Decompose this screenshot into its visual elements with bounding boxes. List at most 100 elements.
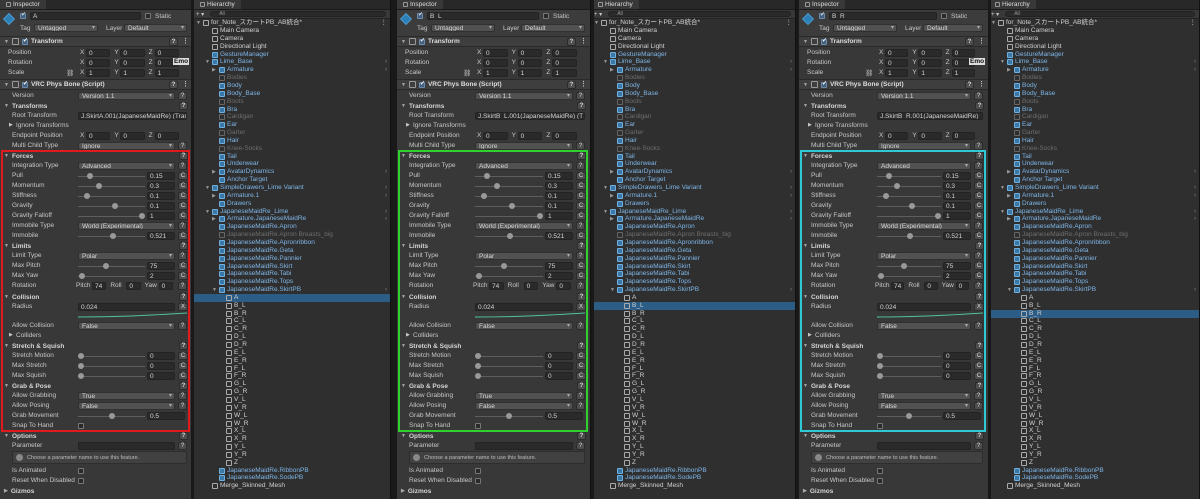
slider-knob[interactable] xyxy=(84,193,91,199)
hierarchy-item[interactable]: Cardigan xyxy=(592,113,795,121)
prefab-open-arrow-icon[interactable]: › xyxy=(790,184,792,192)
slider-knob[interactable] xyxy=(139,213,145,219)
hierarchy-item[interactable]: JapaneseMaidRe.Tabi xyxy=(989,270,1199,278)
hierarchy-item[interactable]: JapaneseMaidRe.Pannier xyxy=(989,255,1199,263)
hierarchy-item[interactable]: G_L xyxy=(592,380,795,388)
radius-curve-button[interactable]: X xyxy=(576,303,586,311)
max-squish-curve-button[interactable]: C xyxy=(178,372,188,380)
version-dropdown[interactable]: Version 1.1 xyxy=(475,92,573,100)
grab-movement-slider[interactable] xyxy=(475,412,543,420)
scene-menu-icon[interactable]: ⋮ xyxy=(381,19,388,27)
version-dropdown[interactable]: Version 1.1 xyxy=(877,92,971,100)
scale-link-icon[interactable]: ⛓ xyxy=(66,69,74,77)
expand-arrow-icon[interactable]: ▼ xyxy=(603,208,610,216)
hierarchy-search[interactable]: All xyxy=(210,11,386,17)
hierarchy-item[interactable]: JapaneseMaidRe.Apron xyxy=(989,223,1199,231)
transforms-section[interactable]: ▼ Transforms? xyxy=(0,101,192,111)
prefab-open-arrow-icon[interactable]: › xyxy=(1194,66,1196,74)
hierarchy-item[interactable]: F_L xyxy=(989,365,1199,373)
prefab-open-arrow-icon[interactable]: › xyxy=(1194,215,1196,223)
hierarchy-item[interactable]: A xyxy=(592,294,795,302)
grab-section[interactable]: ▼ Grab & Pose? xyxy=(0,381,192,391)
hierarchy-item[interactable]: Directional Light xyxy=(592,43,795,51)
hierarchy-item[interactable]: Underwear xyxy=(989,160,1199,168)
position-y-field[interactable]: 0 xyxy=(120,49,145,57)
component-help-icon[interactable]: ? xyxy=(169,38,178,46)
max-squish-slider[interactable] xyxy=(877,372,941,380)
gravity-curve-button[interactable]: C xyxy=(178,202,188,210)
hierarchy-item[interactable]: ▼ JapaneseMaidRe.SkirtPB › xyxy=(592,286,795,294)
active-checkbox[interactable] xyxy=(417,11,423,19)
immobile-field[interactable]: 0.521 xyxy=(943,232,971,240)
hierarchy-item[interactable]: Bodies xyxy=(989,74,1199,82)
fold-arrow-icon[interactable]: ▼ xyxy=(4,243,9,249)
expand-arrow-icon[interactable]: ▼ xyxy=(205,208,212,216)
immobile-type-dropdown[interactable]: World (Experimental) xyxy=(78,222,175,230)
hierarchy-item[interactable]: Bra xyxy=(194,106,390,114)
hierarchy-item[interactable]: W_L xyxy=(989,412,1199,420)
hierarchy-item[interactable]: JapaneseMaidRe.Skirt xyxy=(194,263,390,271)
hierarchy-item[interactable]: W_R xyxy=(194,420,390,428)
grab-section[interactable]: ▼ Grab & Pose? xyxy=(397,381,590,391)
prefab-open-arrow-icon[interactable]: › xyxy=(790,286,792,294)
fold-arrow-icon[interactable]: ▼ xyxy=(4,103,9,109)
hierarchy-item[interactable]: X_L xyxy=(592,427,795,435)
scene-row[interactable]: ▼ for_Note_スカートPB_AB統合* ⋮ xyxy=(592,19,795,27)
prefab-open-arrow-icon[interactable]: › xyxy=(385,184,387,192)
help-icon[interactable]: ? xyxy=(178,162,187,170)
stretch-section[interactable]: ▼ Stretch & Squish? xyxy=(799,341,988,351)
pitch-field[interactable]: 74 xyxy=(92,282,107,290)
max-stretch-curve-button[interactable]: C xyxy=(178,362,188,370)
max-yaw-field[interactable]: 2 xyxy=(147,272,175,280)
gravity-falloff-slider[interactable] xyxy=(877,212,941,220)
multi-child-type-dropdown[interactable]: Ignore xyxy=(877,142,971,150)
slider-knob[interactable] xyxy=(475,353,481,359)
stiffness-curve-button[interactable]: C xyxy=(178,192,188,200)
active-checkbox[interactable] xyxy=(819,11,825,19)
hierarchy-item[interactable]: Anchor Target xyxy=(989,176,1199,184)
help-icon[interactable]: ? xyxy=(577,102,586,110)
hierarchy-item[interactable]: JapaneseMaidRe.Apron xyxy=(194,223,390,231)
component-enabled-checkbox[interactable] xyxy=(820,80,827,88)
hierarchy-item[interactable]: B_L xyxy=(194,302,390,310)
help-icon[interactable]: ? xyxy=(577,342,586,350)
hierarchy-item[interactable]: V_R xyxy=(194,404,390,412)
hierarchy-item[interactable]: JapaneseMaidRe.Tabi xyxy=(194,270,390,278)
expand-arrow-icon[interactable]: ▶ xyxy=(808,332,812,338)
slider-knob[interactable] xyxy=(877,273,884,279)
transforms-section[interactable]: ▼ Transforms? xyxy=(799,101,988,111)
stiffness-curve-button[interactable]: C xyxy=(974,192,984,200)
physbone-component-header[interactable]: ▼ VRC Phys Bone (Script)? ⋮ xyxy=(0,79,192,90)
layer-dropdown[interactable]: Default xyxy=(923,24,983,32)
hierarchy-item[interactable]: Directional Light xyxy=(194,43,390,51)
transform-component-header[interactable]: ▼ Transform? ⋮ xyxy=(799,36,988,47)
grab-movement-field[interactable]: 0.5 xyxy=(545,412,583,420)
limits-section[interactable]: ▼ Limits? xyxy=(0,241,192,251)
pull-slider[interactable] xyxy=(475,172,543,180)
scale-x-field[interactable]: 1 xyxy=(885,69,909,77)
immobile-curve-button[interactable]: C xyxy=(178,232,188,240)
max-squish-curve-button[interactable]: C xyxy=(576,372,586,380)
hierarchy-item[interactable]: Bodies xyxy=(592,74,795,82)
allow-posing-dropdown[interactable]: False xyxy=(877,402,971,410)
gravity-falloff-curve-button[interactable]: C xyxy=(576,212,586,220)
expand-arrow-icon[interactable]: ▶ xyxy=(610,215,617,223)
component-menu-icon[interactable]: ⋮ xyxy=(182,80,189,88)
expand-arrow-icon[interactable]: ▼ xyxy=(991,19,998,27)
component-enabled-checkbox[interactable] xyxy=(820,37,827,45)
position-y-field[interactable]: 0 xyxy=(918,49,942,57)
fold-arrow-icon[interactable]: ▼ xyxy=(803,433,808,439)
transforms-section[interactable]: ▼ Transforms? xyxy=(397,101,590,111)
prefab-open-arrow-icon[interactable]: › xyxy=(790,192,792,200)
slider-knob[interactable] xyxy=(908,203,915,209)
parameter-field[interactable] xyxy=(877,442,971,450)
limit-type-dropdown[interactable]: Polar xyxy=(877,252,971,260)
help-icon[interactable]: ? xyxy=(179,102,188,110)
prefab-open-arrow-icon[interactable]: › xyxy=(790,66,792,74)
pull-field[interactable]: 0.15 xyxy=(545,172,573,180)
hierarchy-item[interactable]: V_L xyxy=(194,396,390,404)
hierarchy-item[interactable]: Merge_Skinned_Mesh xyxy=(592,482,795,490)
component-menu-icon[interactable]: ⋮ xyxy=(978,37,985,45)
expand-arrow-icon[interactable]: ▼ xyxy=(594,19,601,27)
fold-arrow-icon[interactable]: ▼ xyxy=(803,153,808,159)
